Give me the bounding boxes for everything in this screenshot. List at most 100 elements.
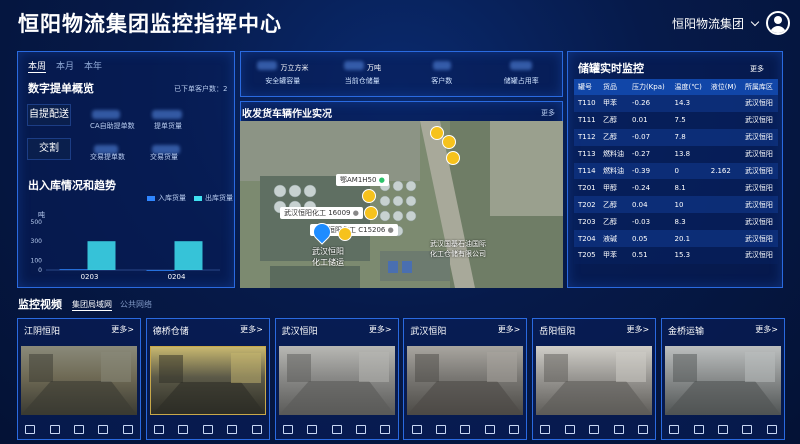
tank-more-link[interactable]: 更多 bbox=[750, 64, 764, 74]
camera-feed[interactable] bbox=[665, 346, 781, 415]
truck-marker-icon[interactable] bbox=[446, 151, 460, 165]
truck-marker-icon[interactable] bbox=[362, 189, 376, 203]
transfer-button[interactable]: 交割 bbox=[27, 138, 71, 160]
record-icon[interactable] bbox=[178, 424, 189, 434]
truck-marker-icon[interactable] bbox=[364, 206, 378, 220]
chevron-down-icon bbox=[750, 17, 760, 26]
table-row[interactable]: T114 燃料油 -0.39 0 2.162 武汉恒阳 bbox=[574, 162, 778, 180]
record-icon[interactable] bbox=[693, 424, 704, 434]
table-row[interactable]: T201 甲醇 -0.24 8.1 武汉恒阳 bbox=[574, 179, 778, 197]
camera-card: 岳阳恒阳 更多> bbox=[532, 318, 657, 440]
tank-table: 罐号 货品 压力(Kpa) 温度(℃) 液位(M) 所属库区 T110 甲苯 -0.… bbox=[574, 79, 778, 264]
self-delivery-button[interactable]: 自提配送 bbox=[27, 104, 71, 126]
table-row[interactable]: T112 乙醇 -0.07 7.8 武汉恒阳 bbox=[574, 128, 778, 146]
camera-icon[interactable] bbox=[540, 424, 551, 434]
group-selector[interactable]: 恒阳物流集团 bbox=[672, 15, 760, 32]
layout-icon[interactable] bbox=[331, 424, 342, 434]
camera-more-link[interactable]: 更多> bbox=[240, 324, 263, 341]
bar-in[interactable] bbox=[146, 270, 175, 271]
camera-header: 金桥运输 更多> bbox=[662, 319, 784, 341]
place-label: 武汉恒阳 化工储运 bbox=[312, 247, 344, 267]
layout-icon[interactable] bbox=[202, 424, 213, 434]
fullscreen-icon[interactable] bbox=[637, 424, 648, 434]
fullscreen-icon[interactable] bbox=[122, 424, 133, 434]
layout-icon[interactable] bbox=[589, 424, 600, 434]
image-icon[interactable] bbox=[484, 424, 495, 434]
camera-feed[interactable] bbox=[21, 346, 137, 415]
ca-count-label: CA自助提单数 bbox=[90, 122, 135, 130]
table-cell: -0.26 bbox=[627, 95, 671, 112]
image-icon[interactable] bbox=[742, 424, 753, 434]
image-icon[interactable] bbox=[355, 424, 366, 434]
stat-tank-occupancy: 储罐占用率 bbox=[482, 60, 562, 86]
camera-toolbar bbox=[404, 420, 526, 438]
fullscreen-icon[interactable] bbox=[509, 424, 520, 434]
table-row[interactable]: T204 液碱 0.05 20.1 武汉恒阳 bbox=[574, 230, 778, 248]
camera-more-link[interactable]: 更多> bbox=[369, 324, 392, 341]
stats-row: 万立方米 安全罐容量 万吨 当前仓储量 客户数 储罐占用率 bbox=[243, 60, 561, 86]
camera-more-link[interactable]: 更多> bbox=[755, 324, 778, 341]
table-row[interactable]: T111 乙醇 0.01 7.5 武汉恒阳 bbox=[574, 111, 778, 129]
camera-more-link[interactable]: 更多> bbox=[498, 324, 521, 341]
satellite-map[interactable]: 鄂AM1H50 ● 武汉恒阳化工 16009 ● 武汉恒阳化工 C15206 ●… bbox=[240, 121, 563, 288]
table-cell: 武汉恒阳 bbox=[740, 179, 778, 197]
bar-out[interactable] bbox=[174, 241, 203, 270]
camera-more-link[interactable]: 更多> bbox=[626, 324, 649, 341]
camera-feed[interactable] bbox=[278, 346, 395, 415]
image-icon[interactable] bbox=[613, 424, 624, 434]
table-cell: T112 bbox=[574, 128, 600, 146]
table-cell: 液碱 bbox=[599, 230, 628, 248]
record-icon[interactable] bbox=[435, 424, 446, 434]
col-temp: 温度(℃) bbox=[670, 79, 707, 95]
legend-in: 入库货量 bbox=[147, 193, 186, 203]
table-cell: 0.05 bbox=[627, 230, 671, 248]
fullscreen-icon[interactable] bbox=[380, 424, 391, 434]
map-more-link[interactable]: 更多 bbox=[541, 108, 555, 118]
truck-marker-icon[interactable] bbox=[338, 227, 352, 241]
record-icon[interactable] bbox=[49, 424, 60, 434]
table-row[interactable]: T202 乙醇 0.04 10 武汉恒阳 bbox=[574, 196, 778, 214]
user-avatar-icon[interactable] bbox=[766, 11, 790, 35]
tab-public[interactable]: 公共网络 bbox=[120, 299, 152, 311]
tab-week[interactable]: 本周 bbox=[28, 59, 47, 73]
tab-lan[interactable]: 集团局域网 bbox=[72, 299, 112, 311]
camera-icon[interactable] bbox=[153, 424, 164, 434]
table-cell: -0.27 bbox=[627, 145, 671, 163]
table-cell: 乙醇 bbox=[599, 111, 628, 129]
map-title: 收发货车辆作业实况 bbox=[242, 109, 332, 120]
camera-feed[interactable] bbox=[149, 346, 266, 415]
layout-icon[interactable] bbox=[460, 424, 471, 434]
table-cell: T201 bbox=[574, 179, 600, 197]
customer-count: 已下单客户数：2 bbox=[174, 85, 228, 93]
camera-icon[interactable] bbox=[25, 424, 36, 434]
camera-feed[interactable] bbox=[536, 346, 653, 415]
layout-icon[interactable] bbox=[73, 424, 84, 434]
table-cell: 20.1 bbox=[670, 230, 707, 248]
col-product: 货品 bbox=[599, 79, 628, 95]
tab-year[interactable]: 本年 bbox=[84, 59, 102, 73]
record-icon[interactable] bbox=[564, 424, 575, 434]
layout-icon[interactable] bbox=[717, 424, 728, 434]
fullscreen-icon[interactable] bbox=[766, 424, 777, 434]
tab-month[interactable]: 本月 bbox=[56, 59, 74, 73]
camera-icon[interactable] bbox=[282, 424, 293, 434]
camera-more-link[interactable]: 更多> bbox=[111, 324, 134, 341]
video-network-tabs: 集团局域网 公共网络 bbox=[72, 299, 152, 311]
truck-marker-icon[interactable] bbox=[442, 135, 456, 149]
camera-icon[interactable] bbox=[411, 424, 422, 434]
table-cell: 燃料油 bbox=[599, 145, 628, 163]
camera-icon[interactable] bbox=[669, 424, 680, 434]
table-row[interactable]: T110 甲苯 -0.26 14.3 武汉恒阳 bbox=[574, 95, 778, 112]
table-cell: 武汉恒阳 bbox=[740, 145, 778, 163]
bar-out[interactable] bbox=[87, 241, 116, 270]
record-icon[interactable] bbox=[307, 424, 318, 434]
fullscreen-icon[interactable] bbox=[251, 424, 262, 434]
camera-feed[interactable] bbox=[407, 346, 524, 415]
table-row[interactable]: T203 乙醇 -0.03 8.3 武汉恒阳 bbox=[574, 213, 778, 231]
table-row[interactable]: T205 甲苯 0.51 15.3 武汉恒阳 bbox=[574, 247, 778, 264]
bar-in[interactable] bbox=[59, 269, 88, 271]
image-icon[interactable] bbox=[98, 424, 109, 434]
stat-current-storage: 万吨 当前仓储量 bbox=[323, 60, 403, 86]
table-row[interactable]: T113 燃料油 -0.27 13.8 武汉恒阳 bbox=[574, 145, 778, 163]
image-icon[interactable] bbox=[227, 424, 238, 434]
